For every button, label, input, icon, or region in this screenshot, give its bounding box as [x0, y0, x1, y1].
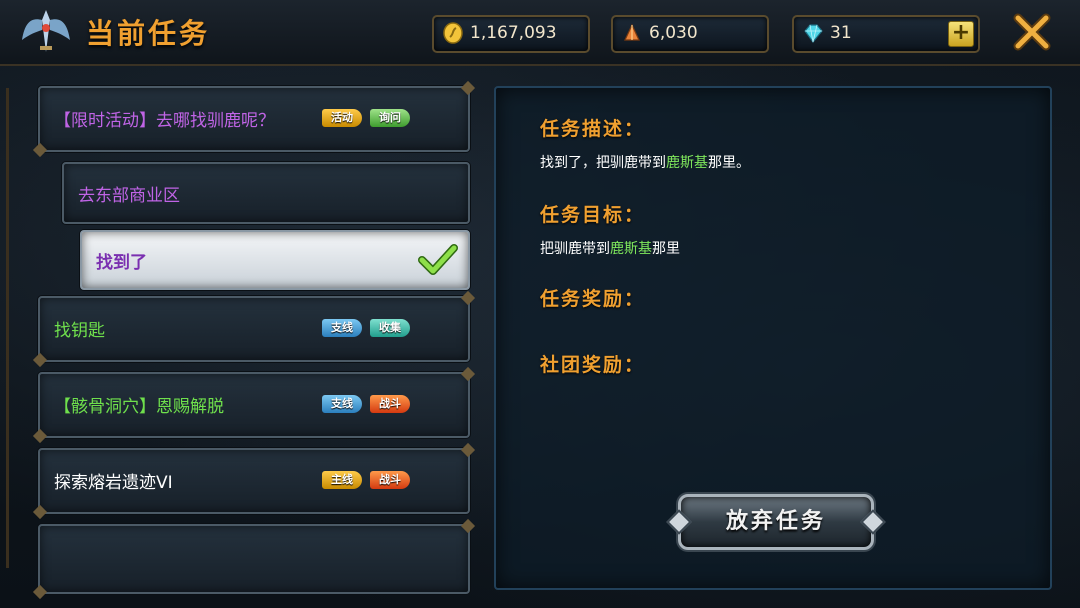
checkmark-icon	[418, 244, 458, 275]
goal-post: 那里	[652, 241, 680, 257]
quest-subitem-selected[interactable]: 找到了	[80, 230, 470, 290]
gold-counter: 1,167,093	[432, 15, 590, 53]
crystal-shard-icon	[624, 23, 640, 41]
quest-detail-panel: 任务描述： 找到了，把驯鹿带到鹿斯基那里。 任务目标： 把驯鹿带到鹿斯基那里 任…	[494, 86, 1052, 590]
quest-item[interactable]: 【限时活动】去哪找驯鹿呢？ 活动 询问	[32, 80, 476, 158]
quest-label: 找到了	[96, 253, 147, 273]
quest-label: 【骸骨洞穴】恩赐解脱	[54, 397, 224, 417]
description-heading: 任务描述：	[540, 118, 646, 140]
quest-item[interactable]: 探索熔岩遗迹VI 主线 战斗	[32, 442, 476, 520]
crystal-counter: 6,030	[611, 15, 769, 53]
goal-text: 把驯鹿带到鹿斯基那里	[540, 238, 680, 258]
abandon-quest-button[interactable]: 放弃任务	[678, 494, 874, 550]
quest-label: 【限时活动】去哪找驯鹿呢？	[54, 111, 275, 131]
goal-heading: 任务目标：	[540, 204, 646, 226]
quest-label: 去东部商业区	[78, 186, 180, 206]
quest-item[interactable]: 找钥匙 支线 收集	[32, 290, 476, 368]
quest-tag: 主线	[322, 471, 362, 489]
top-bar: 当前任务 1,167,093 6,030 31 +	[0, 0, 1080, 66]
goal-pre: 把驯鹿带到	[540, 241, 610, 257]
quest-label: 找钥匙	[54, 321, 105, 341]
description-npc-name: 鹿斯基	[666, 155, 708, 171]
add-gems-button[interactable]: +	[948, 21, 974, 47]
gold-amount: 1,167,093	[470, 23, 557, 43]
quest-subitem[interactable]: 去东部商业区	[62, 162, 470, 224]
description-post: 那里。	[708, 155, 750, 171]
quest-tag: 活动	[322, 109, 362, 127]
gem-icon	[804, 24, 823, 43]
gem-counter: 31 +	[792, 15, 980, 53]
crystal-amount: 6,030	[649, 23, 698, 43]
quest-tag: 支线	[322, 319, 362, 337]
quest-item-empty[interactable]	[32, 518, 476, 600]
reward-heading: 任务奖励：	[540, 288, 646, 310]
page-title: 当前任务	[86, 17, 211, 50]
quest-tag: 支线	[322, 395, 362, 413]
gold-coin-icon	[443, 22, 463, 44]
quest-tag: 收集	[370, 319, 410, 337]
guild-reward-heading: 社团奖励：	[540, 354, 646, 376]
description-pre: 找到了，把驯鹿带到	[540, 155, 666, 171]
quest-tag: 询问	[370, 109, 410, 127]
quest-tag: 战斗	[370, 395, 410, 413]
gem-amount: 31	[830, 23, 852, 43]
goal-npc-name: 鹿斯基	[610, 241, 652, 257]
quest-item[interactable]: 【骸骨洞穴】恩赐解脱 支线 战斗	[32, 366, 476, 444]
quest-tag: 战斗	[370, 471, 410, 489]
winged-sword-emblem-icon	[22, 10, 70, 52]
close-icon[interactable]	[1012, 12, 1052, 52]
list-scroll-rail[interactable]	[6, 88, 9, 568]
description-text: 找到了，把驯鹿带到鹿斯基那里。	[540, 152, 750, 172]
quest-label: 探索熔岩遗迹VI	[54, 473, 173, 493]
